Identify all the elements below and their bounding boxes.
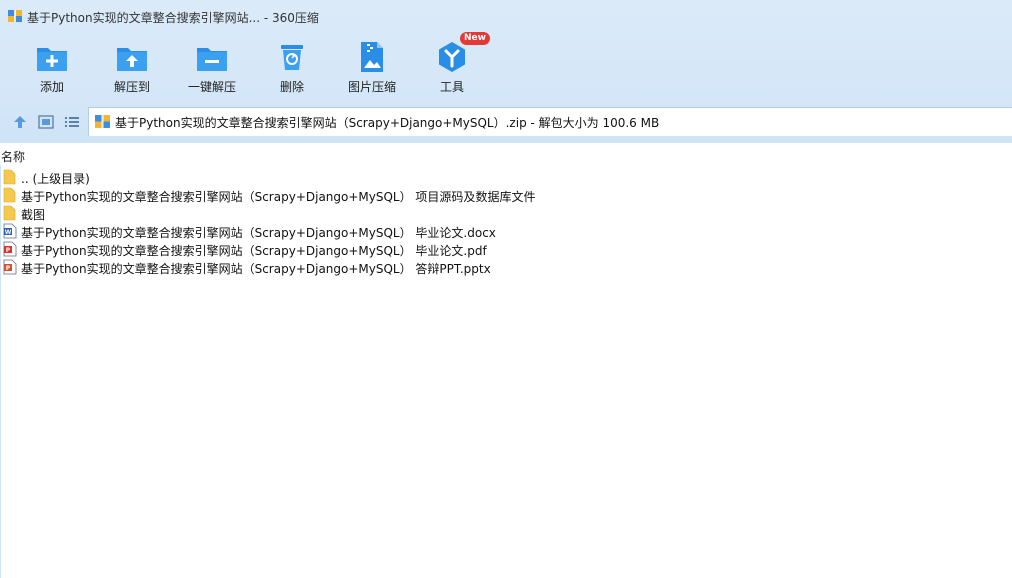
list-item[interactable]: P 基于Python实现的文章整合搜索引擎网站（Scrapy+Django+My… <box>0 240 1012 258</box>
folder-icon <box>3 205 16 221</box>
path-bar[interactable]: 基于Python实现的文章整合搜索引擎网站（Scrapy+Django+MySQ… <box>88 107 1012 136</box>
archive-icon <box>95 115 110 128</box>
file-name: 基于Python实现的文章整合搜索引擎网站（Scrapy+Django+MySQ… <box>21 190 536 204</box>
column-header-name[interactable]: 名称 <box>1 148 25 165</box>
delete-icon <box>281 45 303 70</box>
file-name: 基于Python实现的文章整合搜索引擎网站（Scrapy+Django+MySQ… <box>21 226 496 240</box>
tools-button[interactable]: New 工具 <box>414 32 490 98</box>
add-icon <box>37 48 67 71</box>
file-name: 截图 <box>21 208 46 222</box>
add-label: 添加 <box>39 80 64 94</box>
extract-to-button[interactable]: 解压到 <box>94 38 170 98</box>
folder-icon <box>3 169 16 185</box>
add-button[interactable]: 添加 <box>14 38 90 98</box>
list-item[interactable]: .. (上级目录) <box>0 168 1012 186</box>
list-item[interactable]: 截图 <box>0 204 1012 222</box>
image-compress-icon <box>361 42 383 72</box>
file-name: 基于Python实现的文章整合搜索引擎网站（Scrapy+Django+MySQ… <box>21 244 487 258</box>
svg-text:P: P <box>6 247 11 254</box>
tools-icon <box>439 42 465 72</box>
svg-text:W: W <box>5 229 12 236</box>
one-click-extract-button[interactable]: 一键解压 <box>174 38 250 98</box>
extract-to-label: 解压到 <box>113 80 150 94</box>
thumbnail-view-icon[interactable] <box>38 114 54 130</box>
image-compress-label: 图片压缩 <box>347 80 396 94</box>
image-compress-button[interactable]: 图片压缩 <box>334 38 410 98</box>
archive-path: 基于Python实现的文章整合搜索引擎网站（Scrapy+Django+MySQ… <box>115 116 660 130</box>
list-view-icon[interactable] <box>64 114 80 130</box>
file-name: 基于Python实现的文章整合搜索引擎网站（Scrapy+Django+MySQ… <box>21 262 491 276</box>
pdf-file-icon: P <box>3 241 17 257</box>
folder-icon <box>3 187 16 203</box>
delete-label: 删除 <box>279 80 304 94</box>
app-logo-icon <box>8 10 22 22</box>
window-title: 基于Python实现的文章整合搜索引擎网站... - 360压缩 <box>27 11 319 25</box>
delete-button[interactable]: 删除 <box>254 38 330 98</box>
one-click-extract-icon <box>197 48 227 71</box>
list-header: 名称 <box>0 143 1012 165</box>
up-arrow-icon[interactable] <box>12 114 28 130</box>
new-badge: New <box>460 32 490 45</box>
title-bar: 基于Python实现的文章整合搜索引擎网站... - 360压缩 <box>0 0 1012 32</box>
list-item[interactable]: P 基于Python实现的文章整合搜索引擎网站（Scrapy+Django+My… <box>0 258 1012 276</box>
app-header: 基于Python实现的文章整合搜索引擎网站... - 360压缩 添加 解压到 … <box>0 0 1012 143</box>
list-item[interactable]: W 基于Python实现的文章整合搜索引擎网站（Scrapy+Django+My… <box>0 222 1012 240</box>
ppt-file-icon: P <box>3 259 17 275</box>
one-click-extract-label: 一键解压 <box>187 80 236 94</box>
file-list: .. (上级目录) 基于Python实现的文章整合搜索引擎网站（Scrapy+D… <box>0 168 1012 276</box>
extract-to-icon <box>117 48 147 71</box>
word-file-icon: W <box>3 223 17 239</box>
navigation-bar: 基于Python实现的文章整合搜索引擎网站（Scrapy+Django+MySQ… <box>0 107 1012 137</box>
file-name: .. (上级目录) <box>21 172 90 186</box>
tools-label: 工具 <box>439 80 464 94</box>
list-item[interactable]: 基于Python实现的文章整合搜索引擎网站（Scrapy+Django+MySQ… <box>0 186 1012 204</box>
svg-text:P: P <box>6 265 11 272</box>
